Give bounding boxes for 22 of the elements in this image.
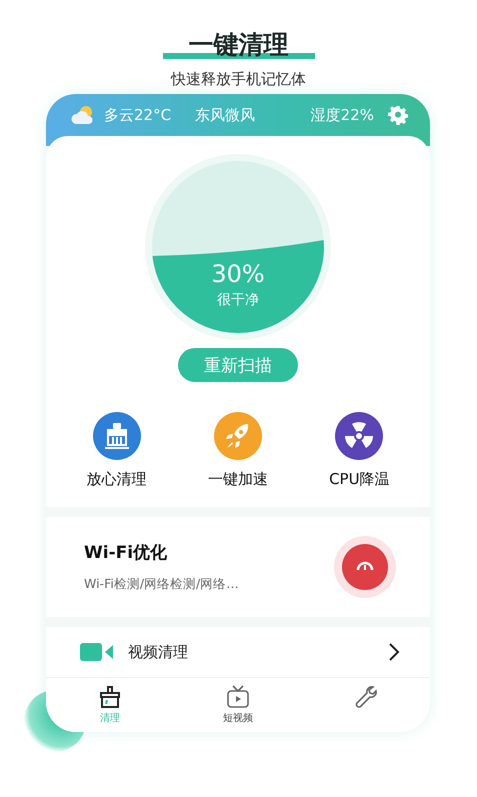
wind-info: 东风微风 xyxy=(195,106,256,124)
feature-label[interactable]: CPU降温 xyxy=(329,470,390,489)
settings-icon[interactable] xyxy=(388,105,408,125)
wifi-title: Wi-Fi优化 xyxy=(84,542,168,564)
page-title: 一键清理 xyxy=(162,30,314,60)
wrench-icon xyxy=(353,684,379,710)
page-subtitle: 快速释放手机记忆体 xyxy=(171,70,306,89)
gauge-percent: 30% xyxy=(211,261,265,287)
video-camera-icon xyxy=(80,642,114,662)
tv-icon xyxy=(225,684,251,710)
feature-label[interactable]: 一键加速 xyxy=(208,470,268,489)
wifi-description: Wi-Fi检测/网络检测/网络… xyxy=(84,576,240,593)
wifi-card[interactable]: Wi-Fi优化 Wi-Fi检测/网络检测/网络… xyxy=(46,517,430,617)
humidity-info: 湿度22% xyxy=(310,106,374,124)
gauge-status: 很干净 xyxy=(217,291,259,309)
weather-condition: 多云22°C xyxy=(104,106,172,124)
rocket-icon[interactable] xyxy=(214,412,262,460)
list-label: 视频清理 xyxy=(128,642,189,662)
list-row[interactable]: 视频清理 xyxy=(46,627,430,677)
feature-label[interactable]: 放心清理 xyxy=(86,470,147,489)
chevron-right-icon xyxy=(388,642,400,662)
tab[interactable]: 短视频 xyxy=(174,678,302,732)
